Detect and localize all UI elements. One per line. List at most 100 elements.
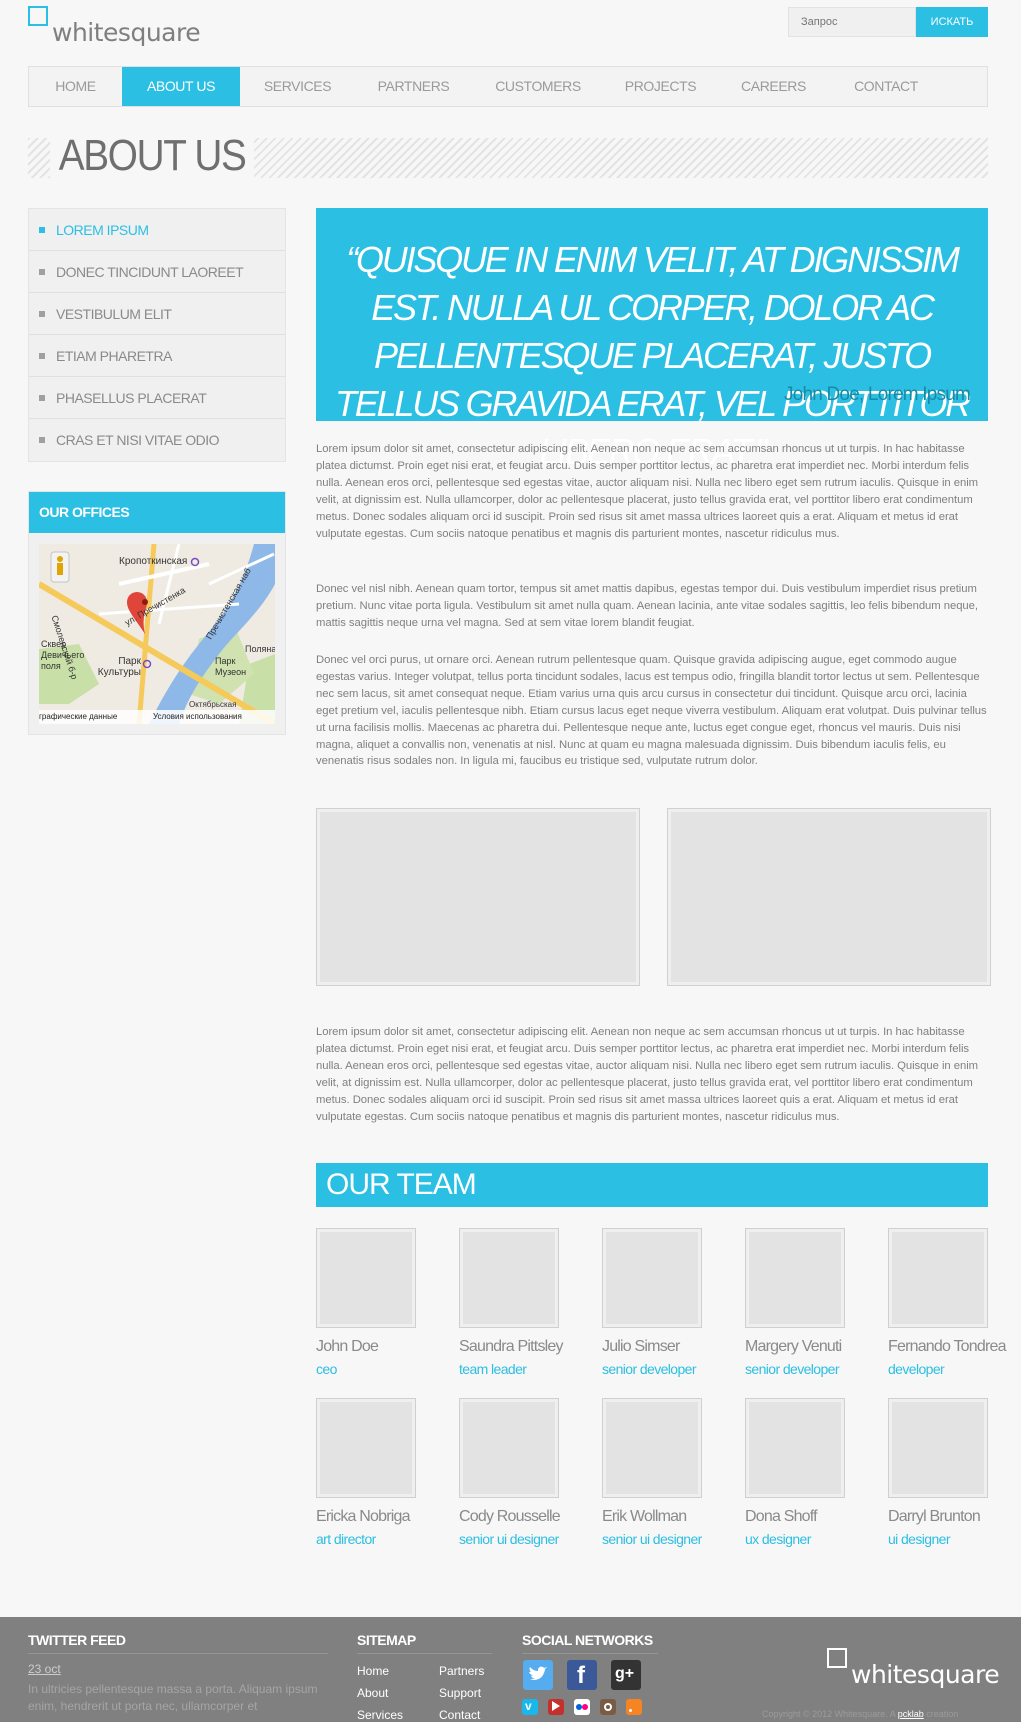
instagram-icon[interactable]: [600, 1699, 616, 1715]
sidebar-item[interactable]: Donec tincidunt laoreet: [29, 251, 285, 293]
copyright-prefix: Copyright © 2012 Whitesquare. A: [762, 1709, 896, 1719]
facebook-icon[interactable]: f: [567, 1660, 597, 1690]
nav-partners[interactable]: Partners: [355, 67, 472, 106]
member-photo: [459, 1398, 559, 1498]
member-name: Ericka Nobriga: [316, 1508, 411, 1525]
member-photo: [602, 1398, 702, 1498]
team-member[interactable]: Margery Venuti senior developer: [745, 1228, 855, 1377]
bullet-icon: [39, 268, 45, 275]
rss-icon[interactable]: [626, 1699, 642, 1715]
member-photo: [459, 1228, 559, 1328]
map-footer-data: графические данные: [39, 712, 118, 721]
member-photo: [888, 1228, 988, 1328]
sidebar-item[interactable]: Vestibulum elit: [29, 293, 285, 335]
nav-home[interactable]: Home: [29, 67, 122, 106]
image-placeholder: [316, 808, 640, 986]
logo[interactable]: whitesquare: [28, 6, 208, 47]
team-title: OUR TEAM: [316, 1163, 988, 1207]
team-member[interactable]: Julio Simser senior developer: [602, 1228, 712, 1377]
bullet-icon: [39, 226, 45, 233]
team-member[interactable]: Cody Rousselle senior ui designer: [459, 1398, 569, 1547]
sidebar-item-label: Vestibulum elit: [56, 305, 172, 322]
member-role: ux designer: [745, 1531, 811, 1547]
map-label-oct: Октябрьская: [189, 700, 237, 709]
logo-square-icon: [827, 1648, 847, 1668]
footer-divider: [28, 1653, 328, 1654]
social-networks-title: SOCIAL NETWORKS: [522, 1632, 653, 1648]
footer-logo-text: whitesquare: [851, 1660, 1000, 1689]
office-map[interactable]: Кропоткинская Смоленский б-р ул. Пречист…: [39, 544, 275, 724]
main-nav: Home About us Services Partners Customer…: [28, 66, 988, 107]
team-member[interactable]: John Doe ceo: [316, 1228, 426, 1377]
tweet-date-link[interactable]: 23 oct: [28, 1662, 61, 1676]
body-paragraph: Lorem ipsum dolor sit amet, consectetur …: [316, 1026, 979, 1123]
member-role: senior ui designer: [459, 1531, 559, 1547]
image-placeholder: [667, 808, 991, 986]
logo-square-icon: [28, 6, 48, 26]
sidebar-item-label: Cras et nisi vitae odio: [56, 432, 220, 448]
quote-author: John Doe, Lorem Ipsum: [784, 384, 971, 405]
map-label-station: Кропоткинская: [119, 556, 188, 567]
sitemap-title: SITEMAP: [357, 1632, 416, 1648]
sidebar-item[interactable]: Phasellus placerat: [29, 377, 285, 419]
team-member[interactable]: Erik Wollman senior ui designer: [602, 1398, 712, 1547]
flickr-icon[interactable]: [574, 1699, 590, 1715]
offices-title: OUR OFFICES: [29, 492, 285, 533]
member-role: team leader: [459, 1361, 527, 1377]
map-label-area: Поляна: [245, 644, 275, 654]
member-name: Dona Shoff: [745, 1508, 818, 1525]
twitter-icon[interactable]: [523, 1660, 553, 1690]
bullet-icon: [39, 437, 45, 443]
nav-about-us[interactable]: About us: [122, 67, 240, 106]
member-role: developer: [888, 1361, 945, 1377]
sitemap-link-partners[interactable]: Partners: [439, 1664, 484, 1678]
member-photo: [602, 1228, 702, 1328]
team-member[interactable]: Fernando Tondrea developer: [888, 1228, 1006, 1377]
member-name: Saundra Pittsley: [459, 1338, 564, 1355]
member-role: senior developer: [602, 1361, 697, 1377]
sidebar-item-label: Phasellus placerat: [56, 389, 207, 406]
nav-services[interactable]: Services: [240, 67, 355, 106]
body-paragraph: Donec vel nisl nibh. Aenean quam tortor,…: [316, 583, 978, 629]
team-member[interactable]: Ericka Nobriga art director: [316, 1398, 426, 1547]
google-plus-icon[interactable]: g+: [611, 1660, 641, 1690]
sidebar-item[interactable]: Etiam pharetra: [29, 335, 285, 377]
map-graphic: [39, 544, 275, 724]
body-paragraph: Lorem ipsum dolor sit amet, consectetur …: [316, 443, 979, 540]
member-name: Fernando Tondrea: [888, 1338, 1006, 1355]
member-name: John Doe: [316, 1338, 379, 1355]
nav-customers[interactable]: Customers: [472, 67, 604, 106]
sidebar-item[interactable]: Lorem ipsum: [29, 209, 285, 251]
nav-contact[interactable]: Contact: [830, 67, 942, 106]
team-member[interactable]: Saundra Pittsley team leader: [459, 1228, 569, 1377]
sitemap-link-about[interactable]: About: [357, 1686, 388, 1700]
quote-text: “Quisque in enim velit, at dignissim est…: [334, 239, 971, 472]
sitemap-link-home[interactable]: Home: [357, 1664, 389, 1678]
sitemap-link-contact[interactable]: Contact: [439, 1708, 480, 1722]
quote-block: “Quisque in enim velit, at dignissim est…: [316, 208, 988, 472]
bullet-icon: [39, 310, 45, 317]
team-member[interactable]: Dona Shoff ux designer: [745, 1398, 855, 1547]
footer-divider: [357, 1653, 492, 1654]
sitemap-link-services[interactable]: Services: [357, 1708, 403, 1722]
member-name: Cody Rousselle: [459, 1508, 561, 1525]
sidebar-item-label: Etiam pharetra: [56, 347, 172, 364]
map-footer-terms[interactable]: Условия использования: [153, 712, 242, 721]
footer-logo[interactable]: whitesquare: [827, 1648, 1000, 1689]
search-input[interactable]: [788, 7, 916, 37]
footer-divider: [522, 1653, 658, 1654]
youtube-icon[interactable]: [548, 1699, 564, 1715]
nav-projects[interactable]: Projects: [604, 67, 717, 106]
vimeo-icon[interactable]: v: [522, 1699, 538, 1715]
nav-careers[interactable]: Careers: [717, 67, 830, 106]
copyright-link[interactable]: pcklab: [898, 1709, 924, 1719]
footer: TWITTER FEED 23 oct In ultricies pellent…: [0, 1617, 1021, 1722]
sitemap-link-support[interactable]: Support: [439, 1686, 481, 1700]
copyright: Copyright © 2012 Whitesquare. A pcklab c…: [762, 1709, 958, 1719]
member-name: Erik Wollman: [602, 1508, 687, 1525]
sidebar-item[interactable]: Cras et nisi vitae odio: [29, 419, 285, 461]
team-member[interactable]: Darryl Brunton ui designer: [888, 1398, 998, 1547]
member-photo: [745, 1228, 845, 1328]
search-button[interactable]: ИСКАТЬ: [916, 7, 988, 37]
member-photo: [745, 1398, 845, 1498]
